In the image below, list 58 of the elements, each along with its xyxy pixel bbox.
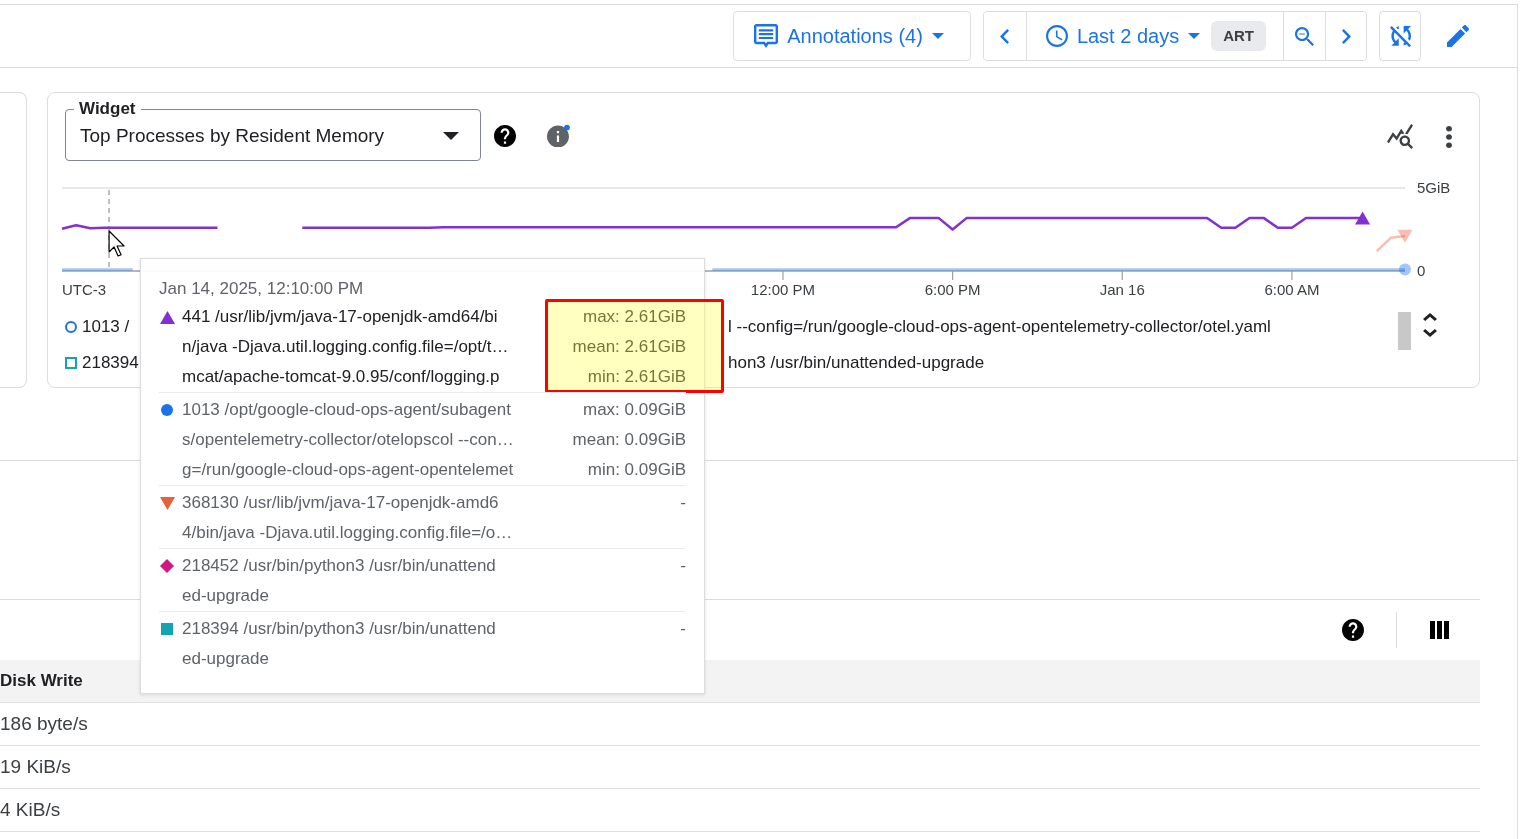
axis-label: 12:00 PM <box>750 281 816 298</box>
caret-down-icon <box>1188 33 1201 39</box>
more-options-icon[interactable] <box>1446 126 1452 148</box>
axis-label: 6:00 AM <box>1264 281 1320 298</box>
zoom-out-icon <box>1295 26 1314 46</box>
legend-label: 218394 <box>82 353 139 373</box>
chevron-up-down-icon[interactable] <box>1423 313 1437 337</box>
table-cell: 186 byte/s <box>0 713 88 735</box>
pencil-icon <box>1447 25 1469 47</box>
field-label: Widget <box>78 99 137 119</box>
axis-label: 6:00 PM <box>924 281 981 298</box>
sync-off-button[interactable] <box>1379 11 1421 61</box>
widget-select[interactable]: Widget Top Processes by Resident Memory <box>65 99 481 161</box>
stat-value: - <box>680 492 686 514</box>
legend-label: hon3 /usr/bin/unattended-upgrade <box>728 353 986 373</box>
chevron-left-icon <box>1000 28 1010 44</box>
info-icon[interactable] <box>547 123 571 147</box>
legend-label: 1013 / <box>82 317 130 337</box>
stat-value: max: 0.09GiB <box>583 399 686 421</box>
timezone-badge: ART <box>1211 21 1266 51</box>
stat-value: mean: 2.61GiB <box>572 336 686 358</box>
columns-icon[interactable] <box>1430 621 1449 639</box>
scrollbar-thumb[interactable] <box>1398 312 1411 350</box>
chevron-right-icon <box>1341 28 1351 44</box>
annotations-button[interactable]: Annotations (4) <box>733 11 971 61</box>
series-name: 1013 /opt/google-cloud-ops-agent/subagent s/opentelemetry-collector/otelopscol --con… g=/run/google-cloud-ops-agent-opentelemet <box>182 399 514 481</box>
stat-value: - <box>680 555 686 577</box>
series-name: 368130 /usr/lib/jvm/java-17-openjdk-amd6 4/bin/java -Djava.util.logging.config.file=/o… <box>182 492 513 544</box>
stat-value: min: 0.09GiB <box>587 459 686 481</box>
comment-icon <box>754 24 779 48</box>
next-button[interactable] <box>1325 12 1366 60</box>
series-name: 441 /usr/lib/jvm/java-17-openjdk-amd64/bi n/java -Djava.util.logging.config.file=/opt/t… mcat/apache-tomcat-9.0.95/conf/logging.p <box>182 306 509 388</box>
stat-value: max: 2.61GiB <box>583 306 686 328</box>
sync-off-icon <box>1389 25 1411 47</box>
tooltip-timestamp: Jan 14, 2025, 12:10:00 PM <box>159 278 364 300</box>
series-name: 218452 /usr/bin/python3 /usr/bin/unattend ed-upgrade <box>182 555 496 607</box>
timezone-label: UTC-3 <box>62 281 107 298</box>
legend-label: l --config=/run/google-cloud-ops-agent-opentelemetry-collector/otel.yaml <box>728 317 1272 337</box>
circle-marker-icon <box>1399 263 1411 276</box>
axis-label: 5GiB <box>1417 179 1451 196</box>
stat-value: mean: 0.09GiB <box>572 429 686 451</box>
caret-down-icon <box>931 33 944 39</box>
axis-label: Jan 16 <box>1099 281 1145 298</box>
clock-icon <box>1045 25 1068 47</box>
series-name: 218394 /usr/bin/python3 /usr/bin/unattend ed-upgrade <box>182 618 496 670</box>
table-cell: 4 KiB/s <box>0 799 61 821</box>
down-triangle-marker-icon <box>1397 229 1413 243</box>
help-icon[interactable] <box>1342 619 1364 641</box>
caret-down-icon <box>443 131 459 140</box>
table-cell: 19 KiB/s <box>0 756 71 778</box>
chart-search-icon[interactable] <box>1387 124 1413 149</box>
pointer-cursor-icon <box>109 231 125 256</box>
help-icon[interactable] <box>494 125 516 147</box>
axis-label: 0 <box>1417 262 1426 279</box>
column-header: Disk Write <box>0 671 83 691</box>
stat-value: min: 2.61GiB <box>587 366 686 388</box>
stat-value: - <box>680 618 686 640</box>
triangle-marker-icon <box>1355 211 1371 225</box>
